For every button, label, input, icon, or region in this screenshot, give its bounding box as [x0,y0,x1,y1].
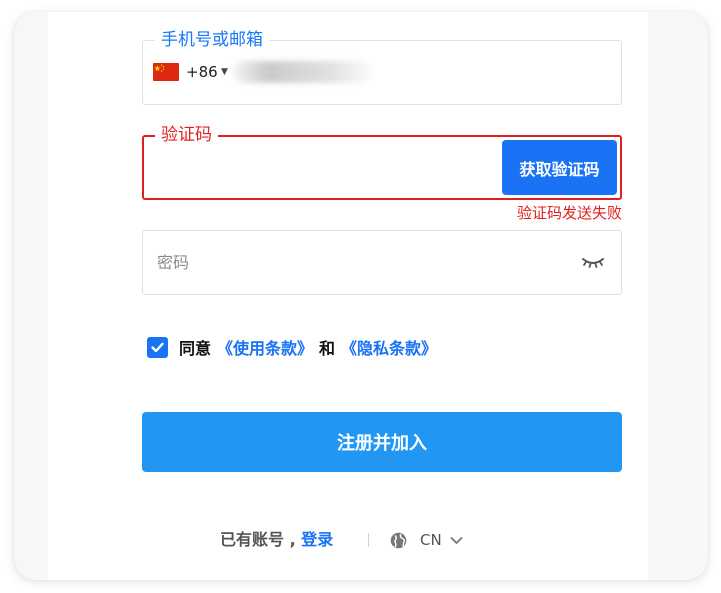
privacy-link[interactable]: 《隐私条款》 [341,335,437,359]
phone-number-value[interactable] [233,61,373,83]
footer: 已有账号 , 登录 CN [48,528,648,552]
terms-link[interactable]: 《使用条款》 [217,335,313,359]
have-account-label: 已有账号 , [220,530,296,549]
footer-divider [368,533,369,547]
country-code[interactable]: +86 [186,62,218,82]
register-button[interactable]: 注册并加入 [142,412,622,472]
login-link[interactable]: 登录 [301,530,333,549]
agree-connector: 和 [319,339,336,358]
country-code-caret-icon[interactable]: ▼ [221,62,228,82]
agreement-row: 同意 《使用条款》 和 《隐私条款》 [147,335,437,359]
code-error-message: 验证码发送失败 [516,204,622,222]
have-account-text: 已有账号 , 登录 [220,528,333,552]
language-label: CN [420,531,442,549]
eye-closed-icon[interactable] [581,251,605,273]
verification-code-field[interactable]: 验证码 获取验证码 [142,124,622,200]
chevron-down-icon [450,536,463,544]
signup-form: 手机号或邮箱 +86 ▼ 验证码 获取验证码 验证码发送失败 同意 《使用条款》… [48,12,648,580]
agree-prefix: 同意 [179,339,212,358]
password-input[interactable] [143,231,563,294]
globe-icon [390,532,407,548]
password-field [142,230,622,295]
phone-email-label: 手机号或邮箱 [155,29,269,51]
agree-checkbox[interactable] [147,336,168,358]
verification-code-label: 验证码 [155,124,218,146]
language-selector[interactable]: CN [390,528,463,552]
get-code-button[interactable]: 获取验证码 [502,140,617,195]
phone-email-field[interactable]: 手机号或邮箱 +86 ▼ [142,29,622,105]
check-icon [151,342,164,352]
china-flag-icon[interactable] [153,63,179,81]
signup-card: 手机号或邮箱 +86 ▼ 验证码 获取验证码 验证码发送失败 同意 《使用条款》… [14,12,708,580]
